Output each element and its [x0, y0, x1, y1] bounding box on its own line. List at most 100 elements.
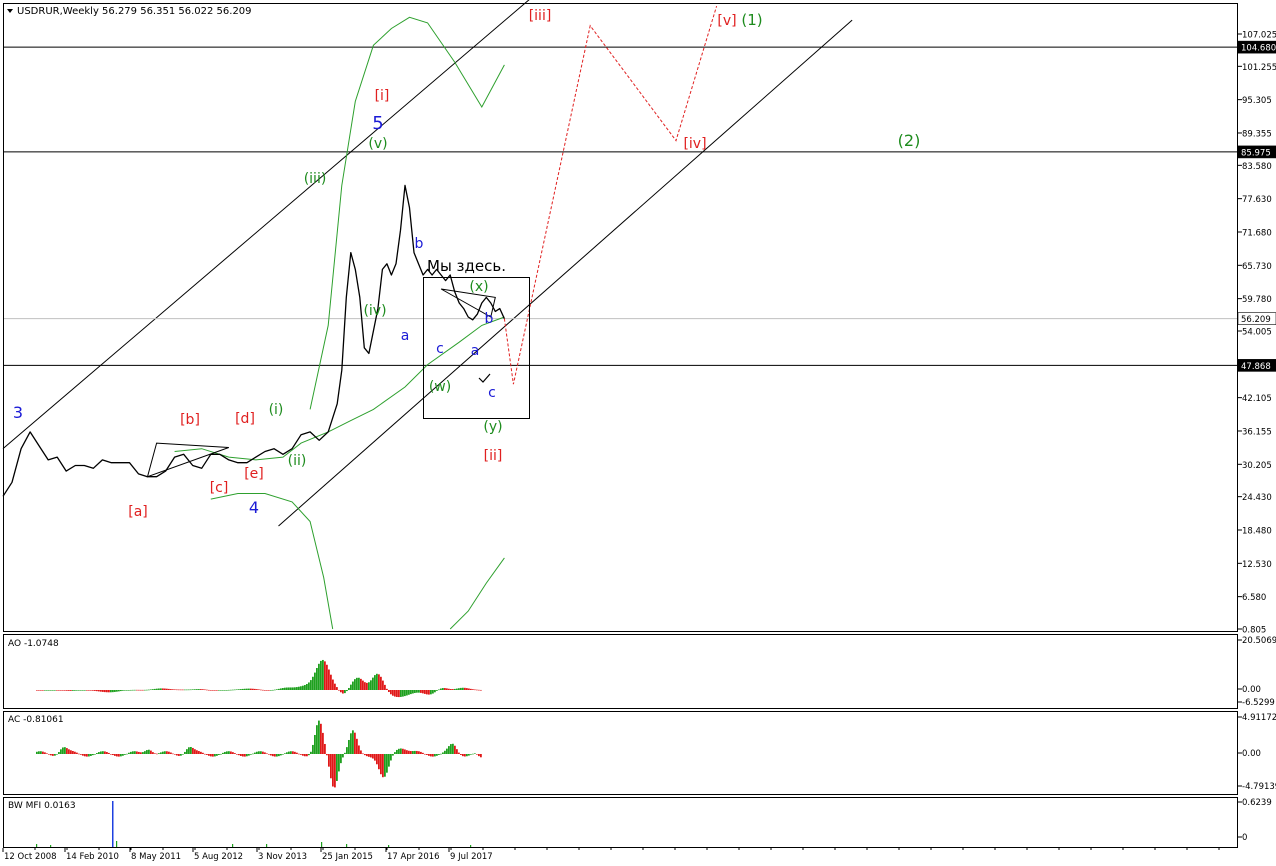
ac-bar — [232, 752, 234, 754]
ac-bar — [386, 754, 388, 773]
indicator-axes: 20.5069 0.00 -6.5299 4.91172 0.00 -4.79139 0.6… — [1238, 636, 1276, 843]
ac-bar — [270, 754, 272, 756]
ac-pane-label: AC -0.81061 — [8, 715, 64, 725]
ao-bar — [474, 689, 476, 691]
ac-bar — [294, 751, 296, 754]
ac-bar — [72, 750, 74, 754]
ao-bar — [272, 689, 274, 691]
ac-bar — [334, 754, 336, 788]
ao-bar — [360, 678, 362, 690]
ao-bar — [98, 690, 100, 692]
ao-bar — [420, 690, 422, 693]
ao-bar — [258, 689, 260, 691]
y-tick-label: 30.205 — [1242, 461, 1272, 471]
y-tick-label: 89.355 — [1242, 129, 1272, 139]
ac-bar — [398, 748, 400, 754]
ao-bar — [82, 690, 84, 691]
ac-bar — [406, 750, 408, 754]
ac-bar — [268, 754, 270, 755]
wave-label: 5 — [372, 113, 383, 134]
ao-bar — [444, 688, 446, 690]
ao-bar — [350, 684, 352, 690]
ao-bar — [406, 690, 408, 696]
ao-bar — [378, 674, 380, 690]
ao-bar — [366, 682, 368, 690]
ac-bar — [50, 754, 52, 756]
ac-bar — [320, 723, 322, 754]
ao-bar — [318, 663, 320, 690]
ao-bar — [226, 689, 228, 691]
ac-bar — [472, 753, 474, 755]
ao-bar — [264, 690, 266, 691]
ac-bar — [304, 754, 306, 757]
ac-bar — [368, 754, 370, 757]
ao-bar — [414, 690, 416, 693]
ao-bar — [434, 690, 436, 693]
ac-bar — [306, 754, 308, 757]
ac-bar — [446, 748, 448, 754]
ac-bar — [250, 754, 252, 755]
ao-bar — [410, 690, 412, 695]
ac-bar — [478, 754, 480, 757]
x-tick-label: 12 Oct 2008 — [4, 852, 57, 862]
ao-bar — [102, 690, 104, 692]
ao-bar — [246, 688, 248, 690]
ao-bar — [412, 690, 414, 694]
ac-bar — [124, 754, 126, 755]
ao-bar — [278, 688, 280, 690]
ac-bar — [158, 753, 160, 754]
ao-bar — [134, 689, 136, 691]
ao-bar — [400, 690, 402, 697]
ac-bar — [174, 754, 176, 755]
wave-label: (x) — [469, 279, 488, 295]
x-tick-label: 14 Feb 2010 — [66, 852, 119, 862]
ao-bar — [276, 689, 278, 690]
ac-bar — [160, 752, 162, 754]
ao-bar — [62, 690, 64, 691]
ac-bar — [60, 749, 62, 754]
ac-bar — [142, 752, 144, 754]
ao-bar — [298, 686, 300, 690]
y-tick-label: 71.680 — [1242, 228, 1272, 238]
ac-bar — [344, 752, 346, 754]
wave-label: (w) — [429, 379, 451, 395]
ac-bar — [430, 754, 432, 757]
ac-bar — [190, 746, 192, 754]
ao-bar — [468, 688, 470, 690]
ao-pane-label: AO -1.0748 — [8, 639, 59, 649]
ac-bar — [212, 754, 214, 757]
ao-bar — [376, 673, 378, 690]
ao-bar — [206, 689, 208, 691]
y-tick-label: 0.00 — [1242, 685, 1261, 695]
ac-bar — [134, 751, 136, 754]
ao-bar — [230, 689, 232, 691]
y-tick-label: 77.630 — [1242, 195, 1272, 205]
ac-bar — [340, 754, 342, 764]
ao-bar — [150, 689, 152, 691]
ac-bar — [296, 752, 298, 754]
ac-bar — [200, 751, 202, 754]
ac-bar — [354, 732, 356, 754]
ao-bar — [470, 688, 472, 690]
ac-bar — [66, 748, 68, 754]
ac-bar — [316, 725, 318, 754]
ac-bar — [454, 745, 456, 754]
ac-bar — [196, 750, 198, 754]
ac-bar — [300, 754, 302, 755]
ao-bar — [282, 688, 284, 690]
ao-bar — [208, 689, 210, 691]
y-tick-label: 83.580 — [1242, 162, 1272, 172]
mfi-bar — [116, 841, 118, 847]
ac-bar — [122, 754, 124, 756]
ao-bar — [354, 679, 356, 690]
ao-bar — [168, 688, 170, 690]
ao-bar — [166, 688, 168, 690]
ac-bar — [48, 754, 50, 755]
ac-bar — [86, 754, 88, 757]
x-tick-label: 3 Nov 2013 — [258, 852, 307, 862]
ao-bar — [424, 690, 426, 694]
ac-bar — [52, 754, 54, 756]
ac-bar — [298, 753, 300, 755]
ac-bar — [480, 754, 482, 758]
ac-bar — [228, 751, 230, 754]
